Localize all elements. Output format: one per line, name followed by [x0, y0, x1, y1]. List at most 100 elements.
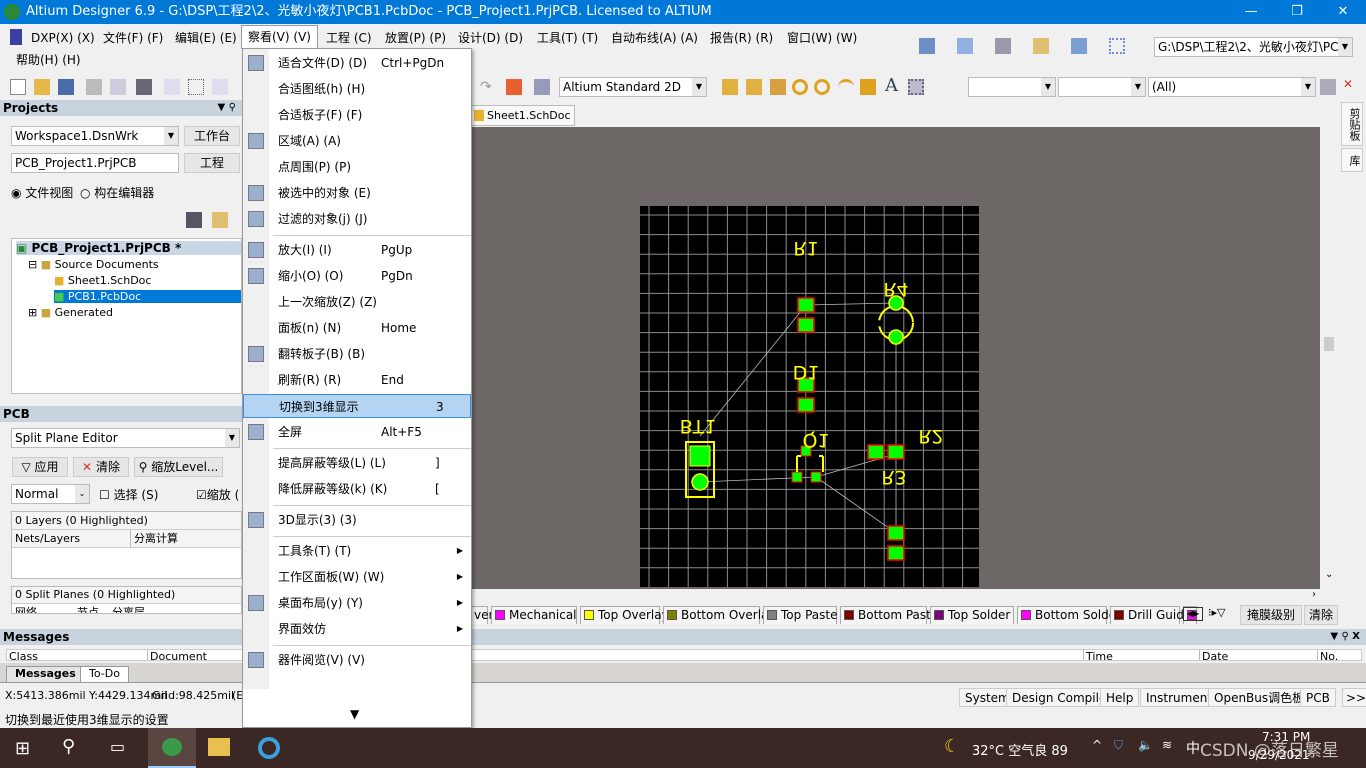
layer-tab[interactable]: Top Overlay	[580, 606, 669, 624]
network-icon[interactable]: ≋	[1162, 738, 1172, 752]
tab-todo[interactable]: To-Do	[80, 666, 129, 683]
weather-text[interactable]: 32°C 空气良 89	[972, 740, 1068, 759]
project-doc-icon[interactable]	[212, 212, 228, 228]
side-tab-library[interactable]: 库	[1341, 148, 1363, 172]
zoom-checkbox[interactable]: ☑缩放 (	[196, 486, 242, 503]
multi-route-icon[interactable]	[770, 79, 786, 95]
workspace-dropdown[interactable]: Workspace1.DsnWrk ▼	[11, 126, 179, 146]
clear-button[interactable]: ✕ 清除	[73, 457, 129, 477]
layer-tab[interactable]: Mechanical 1	[491, 606, 588, 624]
mask-level-button[interactable]: 掩膜级别	[1240, 605, 1302, 625]
zoom-selected-icon[interactable]	[212, 79, 228, 95]
col-net[interactable]: 网络	[15, 604, 37, 613]
view-menu-item[interactable]: 翻转板子(B) (B)	[243, 342, 471, 366]
vertical-scrollbar[interactable]: ⌄	[1320, 127, 1338, 589]
save-icon[interactable]	[58, 79, 74, 95]
radio-struct-view[interactable]: ○ 构在编辑器	[80, 184, 154, 201]
workspace-button[interactable]: 工作台	[184, 126, 240, 146]
menu-design[interactable]: 设计(D) (D)	[458, 28, 523, 48]
volume-icon[interactable]: 🔈	[1138, 738, 1153, 752]
pcb-canvas[interactable]: R1 R4 D1 BT1 Q1 R2 R3	[470, 127, 1320, 589]
task-view-icon[interactable]: ▭	[110, 737, 125, 756]
search-icon[interactable]: ⚲	[62, 736, 75, 757]
edge-icon[interactable]	[258, 737, 280, 759]
col-class[interactable]: Class	[9, 650, 38, 660]
menu-tools[interactable]: 工具(T) (T)	[537, 28, 598, 48]
text-icon[interactable]: A	[885, 75, 898, 96]
view-menu-item[interactable]: 3D显示(3) (3)	[243, 508, 471, 532]
pad-icon[interactable]	[814, 79, 830, 95]
zoom-area-icon[interactable]	[188, 79, 204, 95]
tree-item-project[interactable]: ▣ PCB_Project1.PrjPCB *	[16, 241, 241, 255]
view-menu-item[interactable]: 区域(A) (A)	[243, 129, 471, 153]
view-menu-item[interactable]: 面板(n) (N) Home	[243, 316, 471, 340]
zoom-fit-icon[interactable]	[164, 79, 180, 95]
status-more-button[interactable]: >>	[1342, 688, 1366, 707]
redo-icon[interactable]: ↷	[480, 79, 496, 95]
menu-window[interactable]: 窗口(W) (W)	[787, 28, 857, 48]
col-nets-layers[interactable]: Nets/Layers	[15, 530, 80, 547]
status-help-button[interactable]: Help	[1100, 688, 1140, 707]
layer-tab[interactable]: ver	[470, 606, 493, 624]
panel-controls-icon[interactable]: ▼ ⚲ X	[1330, 629, 1360, 645]
filter-apply-icon[interactable]	[1320, 79, 1336, 95]
view-menu-item[interactable]: 器件阅览(V) (V)	[243, 648, 471, 672]
layer-tab[interactable]: Drill Guide	[1110, 606, 1191, 624]
menu-file[interactable]: 文件(F) (F)	[103, 28, 163, 48]
view-menu-item[interactable]: 过滤的对象(j) (J)	[243, 207, 471, 231]
layer-scroll-icon[interactable]: ◀▶	[1183, 607, 1203, 621]
via-icon[interactable]	[792, 79, 808, 95]
route-icon[interactable]	[722, 79, 738, 95]
col-date[interactable]: Date	[1199, 650, 1228, 660]
layer-filter-icon[interactable]: ⁝▸▽	[1208, 606, 1225, 619]
view-menu-item[interactable]: 点周围(P) (P)	[243, 155, 471, 179]
tray-chevron-icon[interactable]: ^	[1092, 738, 1102, 752]
menu-scroll-down-icon[interactable]: ▼	[350, 707, 359, 721]
taskbar-altium[interactable]	[148, 728, 196, 768]
layer-tab[interactable]: Bottom Overlay	[663, 606, 775, 624]
menu-project[interactable]: 工程 (C)	[326, 28, 372, 48]
project-options-icon[interactable]	[186, 212, 202, 228]
new-icon[interactable]	[10, 79, 26, 95]
arc-icon[interactable]	[838, 79, 854, 95]
pcb-mode-dropdown[interactable]: Split Plane Editor ▼	[11, 428, 240, 448]
filter-all-dropdown[interactable]: (All) ▼	[1148, 77, 1316, 97]
status-openbus-button[interactable]: OpenBus调色板	[1208, 688, 1311, 707]
binoculars-icon[interactable]	[995, 38, 1011, 54]
minimize-button[interactable]: —	[1228, 0, 1274, 24]
component-inspect-icon[interactable]	[534, 79, 550, 95]
view-menu-item[interactable]: 工作区面板(W) (W) ▶	[243, 565, 471, 589]
view-menu-item[interactable]: 工具条(T) (T) ▶	[243, 539, 471, 563]
panel-menu-icon[interactable]: ▼ ⚲	[218, 100, 237, 116]
view-menu-item[interactable]: 桌面布局(y) (Y) ▶	[243, 591, 471, 615]
view-mode-dropdown[interactable]: Altium Standard 2D ▼	[559, 77, 707, 97]
layer-tab[interactable]: Top Paste	[763, 606, 837, 624]
menu-place[interactable]: 放置(P) (P)	[385, 28, 446, 48]
view-menu-item[interactable]: 放大(I) (I) PgUp	[243, 238, 471, 262]
grid-icon[interactable]	[1109, 38, 1125, 54]
shield-icon[interactable]: ⛉	[1114, 738, 1123, 753]
horizontal-scrollbar[interactable]: ›	[470, 589, 1320, 604]
mask-mode-dropdown[interactable]: Normal ⌄	[11, 484, 90, 504]
side-tab-clipboard[interactable]: 剪贴板	[1341, 102, 1363, 146]
pcb-board[interactable]: R1 R4 D1 BT1 Q1 R2 R3	[640, 206, 979, 587]
tree-item-source-documents[interactable]: ⊟ ■ Source Documents	[28, 258, 159, 271]
col-no[interactable]: No.	[1317, 650, 1338, 660]
filter-clear-icon[interactable]: ✕	[1343, 77, 1353, 91]
menu-edit[interactable]: 编辑(E) (E)	[175, 28, 237, 48]
file-explorer-icon[interactable]	[208, 738, 230, 756]
tree-item-pcb1[interactable]: ■ PCB1.PcbDoc	[54, 290, 241, 303]
layer-tab[interactable]: Bottom Paste	[840, 606, 938, 624]
menu-view[interactable]: 察看(V) (V)	[241, 25, 318, 49]
filter-dropdown-2[interactable]: ▼	[1058, 77, 1146, 97]
wand-icon[interactable]	[506, 79, 522, 95]
view-menu-item[interactable]: 切换到3维显示 3	[243, 394, 471, 418]
windows-start-icon[interactable]: ⊞	[15, 738, 30, 759]
view-menu-item[interactable]: 降低屏蔽等级(k) (K) [	[243, 477, 471, 501]
apply-button[interactable]: ▽ 应用	[12, 457, 68, 477]
menu-reports[interactable]: 报告(R) (R)	[710, 28, 773, 48]
col-document[interactable]: Document	[147, 650, 207, 660]
col-split-calc[interactable]: 分离计算	[130, 530, 178, 547]
layer-clear-button[interactable]: 清除	[1304, 605, 1338, 625]
view-menu-item[interactable]: 适合文件(D) (D) Ctrl+PgDn	[243, 51, 471, 75]
